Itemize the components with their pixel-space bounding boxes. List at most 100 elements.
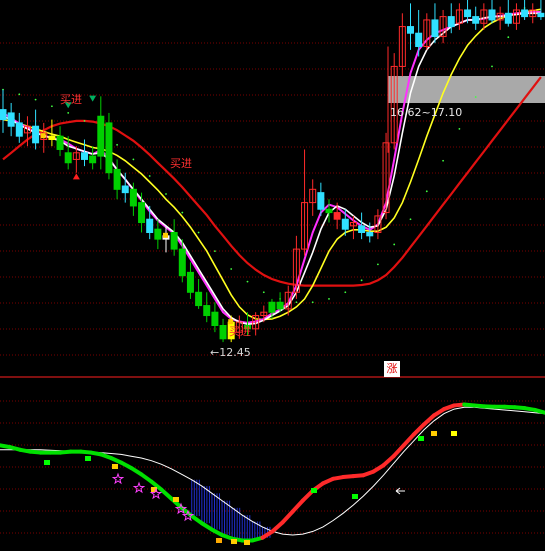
candle-body (48, 135, 56, 141)
star-magenta-icon (132, 481, 146, 494)
up-triangle-icon (72, 173, 80, 180)
low-price-label: ←12.45 (210, 346, 251, 359)
indicator-panel (0, 402, 545, 545)
trailing-dot (67, 112, 70, 114)
indicator-main-segment (401, 432, 416, 448)
candle-body (488, 9, 496, 21)
trailing-dot (393, 243, 396, 246)
trailing-dot (83, 120, 86, 122)
candle-body (0, 109, 7, 121)
square-yellow-marker (244, 540, 250, 545)
candle-body (186, 271, 194, 293)
candle-body (113, 168, 121, 190)
candle-body (138, 202, 146, 224)
candle-body (415, 32, 423, 48)
candle-body (407, 26, 414, 34)
candle-body (341, 218, 349, 230)
buy-signal-label: 买进 (60, 93, 82, 106)
candle-body (431, 19, 439, 38)
candle-body (105, 122, 113, 174)
candle-body (178, 248, 186, 277)
trailing-dot (295, 301, 298, 304)
square-green-marker (85, 456, 91, 461)
price-moving-averages (2, 7, 542, 326)
candle-body (464, 9, 472, 18)
candle-body (170, 232, 178, 250)
trailing-dot (246, 280, 249, 283)
square-green-marker (311, 488, 317, 493)
candle-body (64, 152, 72, 164)
square-orange-marker (216, 538, 222, 543)
candle-body (81, 152, 88, 160)
arrow-left-icon (395, 487, 405, 495)
square-yellow-marker (431, 431, 437, 436)
trailing-dot (360, 279, 363, 282)
candle-body (333, 212, 341, 220)
trailing-dot (197, 231, 200, 234)
candle-body (276, 301, 284, 310)
trailing-dot (51, 105, 53, 108)
candle-body (219, 325, 227, 340)
trailing-dot (116, 143, 118, 146)
trailing-dot (474, 96, 477, 98)
indicator-main-segment (270, 520, 285, 534)
candle-body (268, 301, 276, 313)
trailing-dot (344, 291, 347, 294)
candle-body (537, 12, 545, 18)
trailing-dot (132, 158, 135, 161)
candle-body (203, 305, 211, 317)
square-orange-marker (173, 497, 179, 502)
zhang-badge[interactable]: 涨 (384, 361, 400, 377)
candle-body (317, 192, 325, 210)
down-triangle-icon (89, 95, 97, 102)
indicator-main-segment (280, 509, 295, 525)
trailing-dot (181, 211, 184, 214)
indicator-main-segment (381, 454, 396, 468)
trailing-dot (425, 190, 428, 193)
trailing-dot (165, 193, 167, 195)
trailing-dot (34, 98, 37, 101)
trailing-dot (262, 291, 265, 294)
trailing-dot (377, 263, 379, 266)
candle-body (97, 115, 105, 157)
ma-yellow-line (2, 8, 542, 321)
trailing-dot (214, 250, 216, 253)
square-yellow-marker (451, 431, 457, 436)
candle-body (521, 9, 529, 18)
chart-canvas (0, 0, 545, 545)
signal-markers (40, 46, 389, 325)
buy-dot-marker (40, 133, 46, 139)
candle-body (15, 122, 23, 137)
candle-body (129, 188, 137, 207)
candle-body (32, 125, 40, 144)
candle-body (325, 208, 333, 214)
candle-body (472, 16, 480, 24)
square-green-marker (418, 436, 424, 441)
trailing-dot (507, 36, 510, 39)
indicator-main-segment (391, 443, 406, 459)
candle-body (154, 228, 162, 240)
candle-body (504, 12, 512, 24)
candle-body (195, 291, 203, 307)
range-label: 16.62~17.10 (390, 106, 463, 119)
trailing-dot (409, 218, 412, 221)
indicator-main-segment (411, 422, 426, 437)
ma-white-line (2, 12, 541, 326)
trailing-dot (442, 159, 444, 162)
trailing-dot (18, 93, 21, 96)
trailing-dot (491, 65, 493, 68)
buy-signal-label: 买进 (229, 325, 251, 338)
trailing-dot (148, 175, 151, 177)
price-grid (0, 42, 545, 534)
candle-body (358, 225, 366, 234)
trailing-dot (230, 268, 233, 270)
candle-body (146, 218, 154, 233)
indicator-signal-line (0, 406, 545, 536)
candle-body (121, 185, 129, 194)
candle-body (7, 112, 15, 127)
trailing-dot (458, 127, 461, 130)
trailing-dot (311, 301, 314, 304)
candle-body (89, 155, 97, 164)
candlestick-series (0, 0, 545, 343)
buy-signal-label: 买进 (170, 157, 192, 170)
